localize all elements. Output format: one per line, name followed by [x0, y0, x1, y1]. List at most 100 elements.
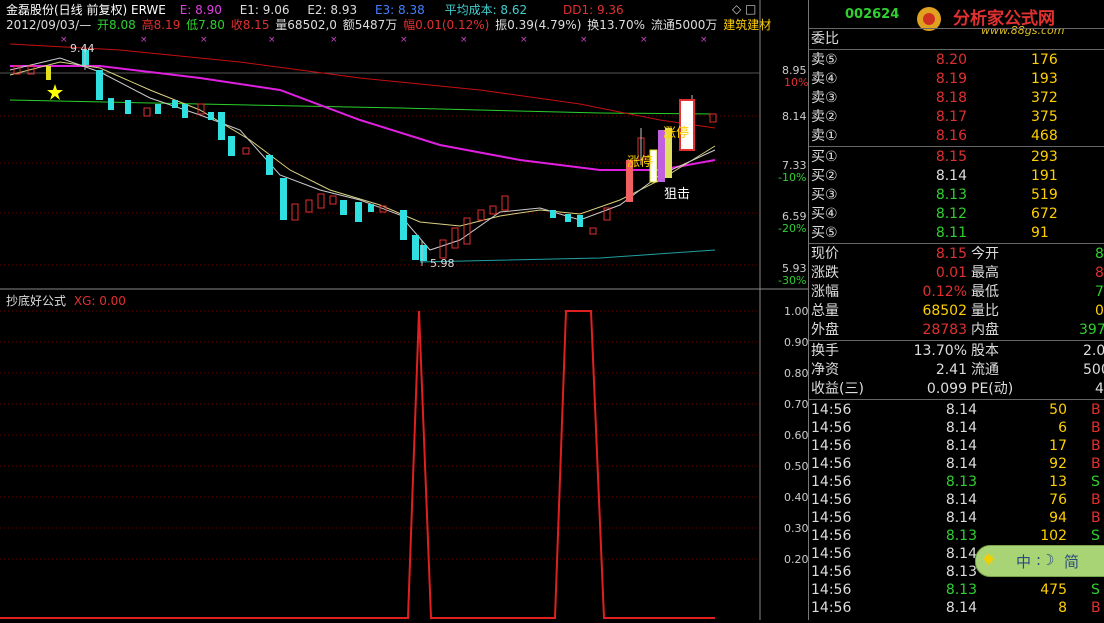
stat-row: 现价 8.15 今开 8 [811, 246, 1104, 262]
tick-volume: 17 [1049, 438, 1067, 454]
bid-row[interactable]: 买① 8.15 293 [809, 148, 1104, 166]
tick-side: S [1091, 582, 1100, 598]
axis-label-neg20pct: -20% [778, 222, 807, 235]
bid-label: 买⑤ [811, 225, 838, 241]
ask-price: 8.20 [935, 52, 967, 68]
bid-volume: 191 [1031, 168, 1058, 184]
tick-side: S [1091, 528, 1100, 544]
indicator-name: 抄底好公式 [6, 294, 67, 308]
annotation-zhangting-2: 涨停 [663, 125, 689, 141]
switch-label-cn[interactable]: 中 [1016, 551, 1031, 572]
tick-volume: 475 [1040, 582, 1067, 598]
date-range: 2012/09/03/— [6, 18, 92, 32]
ask-volume: 193 [1031, 71, 1058, 87]
tick-row: 14:56 8.14 94 B [809, 509, 1104, 527]
open-value: 开8.08 [97, 18, 136, 32]
tick-time: 14:56 [811, 582, 852, 598]
tick-price: 8.14 [945, 438, 977, 454]
bid-price: 8.12 [935, 206, 967, 222]
tick-price: 8.14 [945, 546, 977, 562]
high-marker: 9.44 [70, 42, 95, 55]
low-marker: 5.98 [430, 257, 455, 270]
svg-text:×: × [580, 35, 588, 45]
amplitude: 振0.39(4.79%) [495, 18, 582, 32]
bid-row[interactable]: 买② 8.14 191 [809, 167, 1104, 185]
tick-price: 8.14 [945, 420, 977, 436]
high-value: 高8.19 [141, 18, 181, 32]
ind-axis-030: 0.30 [784, 522, 809, 535]
bid-volume: 519 [1031, 187, 1058, 203]
low-value: 低7.80 [186, 18, 225, 32]
svg-text:×: × [700, 35, 708, 45]
tick-row: 14:56 8.14 17 B [809, 437, 1104, 455]
tick-row: 14:56 8.13 13 S [809, 473, 1104, 491]
e1-label: E1: 9.06 [239, 3, 290, 17]
svg-text:×: × [268, 35, 276, 45]
stat-row: 涨跌 0.01 最高 8 [811, 265, 1104, 281]
svg-text:×: × [640, 35, 648, 45]
svg-text:×: × [60, 35, 68, 45]
ask-volume: 375 [1031, 109, 1058, 125]
tick-volume: 8 [1058, 600, 1067, 616]
bid-row[interactable]: 买④ 8.12 672 [809, 205, 1104, 223]
change-pct: 幅0.01(0.12%) [403, 18, 490, 32]
avg-cost-label: 平均成本: 8.62 [444, 3, 528, 17]
svg-text:×: × [460, 35, 468, 45]
tick-volume: 92 [1049, 456, 1067, 472]
tick-time: 14:56 [811, 474, 852, 490]
bid-volume: 672 [1031, 206, 1058, 222]
annotation-zhangting: 涨停 [627, 154, 653, 170]
main-chart-area[interactable]: × × × × × × × × × × × 9.44 5.98 涨停 涨停 狙击… [0, 0, 809, 620]
axis-label-10pct: 10% [784, 76, 809, 89]
tick-time: 14:56 [811, 420, 852, 436]
indicator-header: 抄底好公式 XG: 0.00 [6, 292, 126, 309]
quote-panel: 002624 分析家公式网 www.88gs.com 委比 卖⑤ 8.20 17… [808, 0, 1104, 620]
bid-row[interactable]: 买⑤ 8.11 91 [809, 224, 1104, 242]
tick-row: 14:56 8.13 102 S [809, 527, 1104, 545]
switch-label-jian[interactable]: 简 [1064, 551, 1079, 572]
header-line-2: 2012/09/03/— 开8.08 高8.19 低7.80 收8.15 量68… [6, 18, 773, 32]
tick-time: 14:56 [811, 456, 852, 472]
stat2-row: 净资 2.41 流通 500 [811, 362, 1104, 378]
bid-label: 买② [811, 168, 838, 184]
ask-row[interactable]: 卖④ 8.19 193 [809, 70, 1104, 88]
tick-price: 8.14 [945, 492, 977, 508]
stat-row: 外盘 28783 内盘 397 [811, 322, 1104, 338]
ask-row[interactable]: 卖③ 8.18 372 [809, 89, 1104, 107]
annotation-juji: 狙击 [664, 187, 690, 202]
tick-row: 14:56 8.14 76 B [809, 491, 1104, 509]
tick-row: 14:56 8.14 92 B [809, 455, 1104, 473]
up-candles [13, 65, 717, 259]
tick-volume: 76 [1049, 492, 1067, 508]
e3-label: E3: 8.38 [374, 3, 425, 17]
language-switch[interactable]: ✸ 中 :☽ 简 [975, 545, 1104, 577]
tick-price: 8.13 [945, 528, 977, 544]
tick-side: B [1091, 600, 1101, 616]
chart-canvas[interactable]: × × × × × × × × × × × 9.44 5.98 涨停 涨停 狙击 [0, 0, 808, 620]
tick-side: B [1091, 420, 1101, 436]
tick-price: 8.13 [945, 564, 977, 580]
xg-label: XG: 0.00 [73, 294, 126, 308]
bid-volume: 293 [1031, 149, 1058, 165]
ask-row[interactable]: 卖⑤ 8.20 176 [809, 51, 1104, 69]
tick-volume: 13 [1049, 474, 1067, 490]
tick-time: 14:56 [811, 600, 852, 616]
tick-price: 8.14 [945, 456, 977, 472]
ind-axis-020: 0.20 [784, 553, 809, 566]
sun-icon: ✸ [982, 550, 996, 569]
bid-price: 8.14 [935, 168, 967, 184]
ask-row[interactable]: 卖② 8.17 375 [809, 108, 1104, 126]
ma-magenta-line [10, 65, 716, 171]
stat-row: 涨幅 0.12% 最低 7 [811, 284, 1104, 300]
stat2-row: 换手 13.70% 股本 2.0 [811, 343, 1104, 359]
ask-volume: 468 [1031, 128, 1058, 144]
ask-row[interactable]: 卖① 8.16 468 [809, 127, 1104, 145]
bid-row[interactable]: 买③ 8.13 519 [809, 186, 1104, 204]
ind-axis-080: 0.80 [784, 367, 809, 380]
panel-toggle-icons[interactable]: ◇ □ [732, 2, 756, 16]
bid-volume: 91 [1031, 225, 1049, 241]
tick-time: 14:56 [811, 492, 852, 508]
ma-green-line [9, 99, 716, 115]
ask-price: 8.18 [935, 90, 967, 106]
close-value: 收8.15 [230, 18, 270, 32]
